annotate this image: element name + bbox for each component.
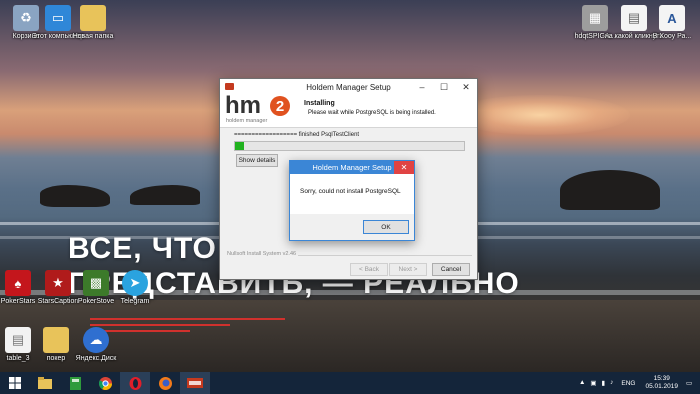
minimize-button[interactable]: – [411, 79, 433, 95]
back-button[interactable]: < Back [350, 263, 388, 276]
desktop-icon-label: Яндекс.Диск [75, 355, 117, 362]
telegram-icon: ➤ [122, 270, 148, 296]
setup-window-title: Holdem Manager Setup [306, 82, 391, 92]
desktop-icon-right-3[interactable]: A В Хооу Ра... [642, 5, 700, 41]
desktop-icon-yandex-disk[interactable]: ☁ Яндекс.Диск [66, 327, 126, 363]
rock-left [40, 185, 110, 207]
network-icon[interactable]: ▮ [602, 379, 606, 387]
error-dialog: Holdem Manager Setup ✕ Sorry, could not … [289, 160, 415, 241]
error-dialog-title: Holdem Manager Setup [312, 163, 392, 172]
error-dialog-close-button[interactable]: ✕ [394, 161, 414, 174]
footer-divider [282, 255, 472, 256]
firefox-icon[interactable] [150, 372, 180, 394]
taskbar: ▲ ▣ ▮ ♪ ENG 15:39 05.01.2019 ▭ [0, 372, 700, 394]
holdem-manager-icon [225, 83, 234, 90]
show-details-button[interactable]: Show details [236, 154, 278, 167]
tray-app-icon[interactable]: ▣ [590, 379, 596, 387]
file-explorer-icon[interactable] [30, 372, 60, 394]
install-progress-fill [235, 142, 245, 150]
system-tray: ▲ ▣ ▮ ♪ ENG 15:39 05.01.2019 ▭ [579, 372, 700, 394]
hm2-logo: hm 2 holdem manager [225, 92, 297, 126]
desktop-icon-new-folder[interactable]: Новая папка [63, 5, 123, 41]
wallpaper-red-line-2 [90, 324, 230, 326]
next-button[interactable]: Next > [389, 263, 427, 276]
desktop-icon-label: В Хооу Ра... [652, 33, 692, 40]
tray-expand-icon[interactable]: ▲ [579, 379, 585, 387]
clock-time: 15:39 [653, 375, 670, 382]
ok-button[interactable]: OK [363, 220, 409, 234]
error-dialog-footer: OK [290, 214, 414, 240]
notifications-icon[interactable]: ▭ [686, 379, 700, 387]
logo-text: hm [225, 92, 261, 119]
tray-icons[interactable]: ▲ ▣ ▮ ♪ [579, 379, 613, 387]
folder-icon [80, 5, 106, 31]
word-document-icon: A [659, 5, 685, 31]
error-message: Sorry, could not install PostgreSQL [300, 188, 401, 195]
volume-icon[interactable]: ♪ [610, 379, 613, 387]
desktop-icon-label: Новая папка [72, 33, 114, 40]
language-indicator[interactable]: ENG [621, 380, 635, 387]
opera-icon[interactable] [120, 372, 150, 394]
rock-right [560, 170, 660, 210]
install-progress-bar [234, 141, 465, 151]
calculator-icon[interactable] [60, 372, 90, 394]
desktop-icon-label: Telegram [120, 298, 150, 305]
setup-header: hm 2 holdem manager Installing Please wa… [220, 92, 477, 128]
error-dialog-titlebar[interactable]: Holdem Manager Setup ✕ [290, 161, 414, 174]
clock-date: 05.01.2019 [645, 383, 678, 390]
nullsoft-label: Nullsoft Install System v2.46 [227, 251, 299, 257]
clock[interactable]: 15:39 05.01.2019 [645, 375, 678, 391]
rock-left2 [130, 185, 200, 205]
windows-start-icon[interactable] [0, 372, 30, 394]
chrome-icon[interactable] [90, 372, 120, 394]
yandex-disk-icon: ☁ [83, 327, 109, 353]
cancel-button[interactable]: Cancel [432, 263, 470, 276]
maximize-button[interactable]: ☐ [433, 79, 455, 95]
install-status-text: ================== finished PsqlTestClie… [234, 132, 360, 138]
logo-subtitle: holdem manager [226, 118, 268, 124]
header-title: Installing [304, 100, 335, 107]
close-button[interactable]: ✕ [455, 79, 477, 95]
logo-number: 2 [270, 96, 290, 116]
header-subtitle: Please wait while PostgreSQL is being in… [308, 110, 436, 116]
wallpaper-red-line-1 [90, 318, 285, 320]
holdem-manager-icon[interactable] [180, 372, 210, 394]
desktop-icon-telegram[interactable]: ➤ Telegram [105, 270, 165, 306]
